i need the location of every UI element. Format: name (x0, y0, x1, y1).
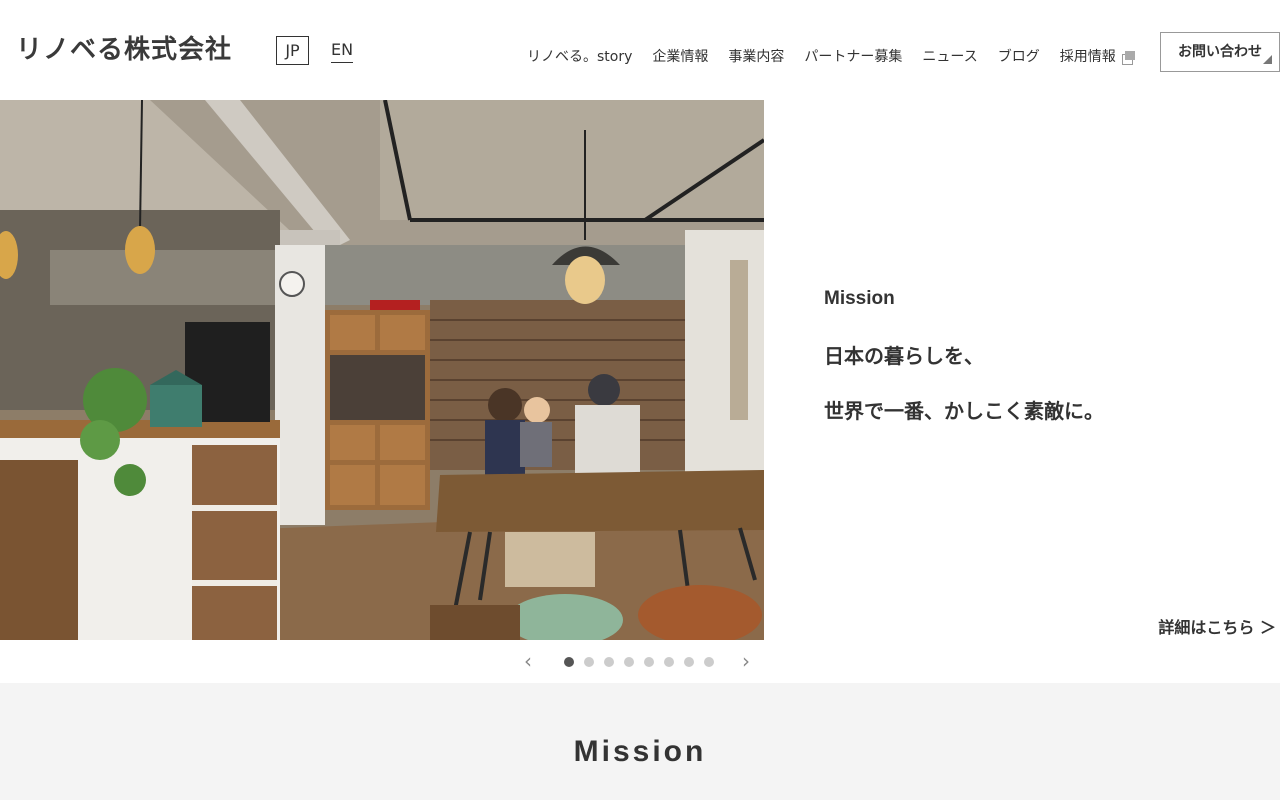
mission-label: Mission (824, 288, 895, 309)
nav-item-blog[interactable]: ブログ (998, 45, 1040, 69)
slider-dot[interactable] (604, 657, 614, 667)
slider-dots (564, 657, 724, 667)
hero-slide-image (0, 100, 764, 640)
corner-triangle-icon (1263, 55, 1272, 64)
lang-en-link[interactable]: EN (331, 38, 354, 63)
contact-button-label: お問い合わせ (1178, 44, 1262, 60)
nav-item-recruit[interactable]: 採用情報 (1060, 45, 1136, 69)
lang-jp-button[interactable]: JP (276, 36, 309, 65)
slider-dot[interactable] (564, 657, 574, 667)
nav-item-recruit-label: 採用情報 (1059, 49, 1116, 65)
hero-mission-panel: Mission 日本の暮らしを、 世界で一番、かしこく素敵に。 詳細はこちら ＞ (764, 100, 1280, 640)
slider-dot[interactable] (584, 657, 594, 667)
mission-line-1: 日本の暮らしを、 (824, 344, 984, 368)
slider-dot[interactable] (704, 657, 714, 667)
contact-button[interactable]: お問い合わせ (1160, 32, 1280, 72)
mission-line-2: 世界で一番、かしこく素敵に。 (824, 399, 1104, 423)
detail-link[interactable]: 詳細はこちら ＞ (1158, 614, 1276, 638)
nav-item-news[interactable]: ニュース (922, 45, 977, 69)
slider-dot[interactable] (624, 657, 634, 667)
mission-section: Mission (0, 683, 1280, 800)
slider-dot[interactable] (664, 657, 674, 667)
chevron-right-icon[interactable]: › (742, 650, 750, 672)
slider-dot[interactable] (684, 657, 694, 667)
slider-controls: ‹ › (0, 640, 1280, 683)
nav-item-business[interactable]: 事業内容 (728, 45, 784, 69)
company-logo[interactable]: リノベる株式会社 (16, 32, 232, 68)
global-nav: リノベる。story 企業情報 事業内容 パートナー募集 ニュース ブログ 採用… (527, 45, 1136, 69)
nav-item-company[interactable]: 企業情報 (652, 45, 708, 69)
nav-item-story[interactable]: リノベる。story (527, 45, 632, 69)
nav-item-partner[interactable]: パートナー募集 (804, 45, 902, 69)
section-title: Mission (573, 735, 707, 768)
slider-dot[interactable] (644, 657, 654, 667)
chevron-left-icon[interactable]: ‹ (524, 650, 532, 672)
site-header: リノベる株式会社 JP EN リノベる。story 企業情報 事業内容 パートナ… (0, 0, 1280, 100)
external-link-icon (1121, 51, 1136, 65)
renovated-dining-room-photo (0, 100, 764, 640)
